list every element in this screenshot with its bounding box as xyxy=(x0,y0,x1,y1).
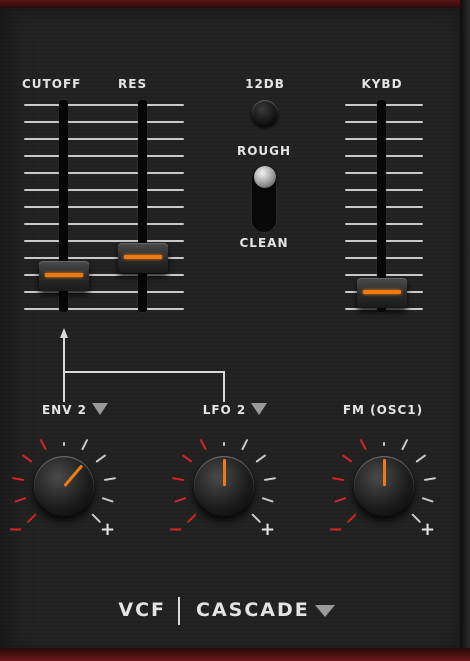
section-title: VCF xyxy=(118,599,166,621)
vcf-panel: CUTOFF RES KYBD 12DB ROUGH CLEAN ENV 2 L… xyxy=(0,0,470,661)
modulation-routing-lines xyxy=(60,328,225,402)
fm-amount-knob[interactable] xyxy=(354,456,414,516)
filter-mode-selector[interactable]: CASCADE xyxy=(196,599,386,621)
routing-arrow-icon xyxy=(60,328,68,338)
lfo2-amount-knob[interactable] xyxy=(194,456,254,516)
dial-tick xyxy=(63,442,65,446)
env2-dropdown-icon[interactable] xyxy=(92,403,109,415)
lfo2-dropdown-icon[interactable] xyxy=(251,403,268,415)
env2-minus-sign: − xyxy=(8,519,25,540)
filter-mode-value: CASCADE xyxy=(196,599,310,621)
fm-minus-sign: − xyxy=(328,519,345,540)
fm-osc1-label: FM (OSC1) xyxy=(342,403,424,417)
footer-divider xyxy=(178,597,180,625)
dial-tick xyxy=(223,442,225,446)
fm-plus-sign: + xyxy=(420,519,437,540)
env2-knob-indicator xyxy=(63,464,84,487)
fm-knob-indicator xyxy=(383,459,386,486)
env2-plus-sign: + xyxy=(100,519,117,540)
filter-mode-dropdown-icon[interactable] xyxy=(314,605,335,617)
lfo2-label[interactable]: LFO 2 xyxy=(180,403,290,417)
dial-tick xyxy=(383,442,385,446)
env2-amount-knob[interactable] xyxy=(34,456,94,516)
lfo2-knob-indicator xyxy=(223,459,226,486)
lfo2-minus-sign: − xyxy=(168,519,185,540)
lfo2-plus-sign: + xyxy=(260,519,277,540)
env2-label[interactable]: ENV 2 xyxy=(20,403,130,417)
